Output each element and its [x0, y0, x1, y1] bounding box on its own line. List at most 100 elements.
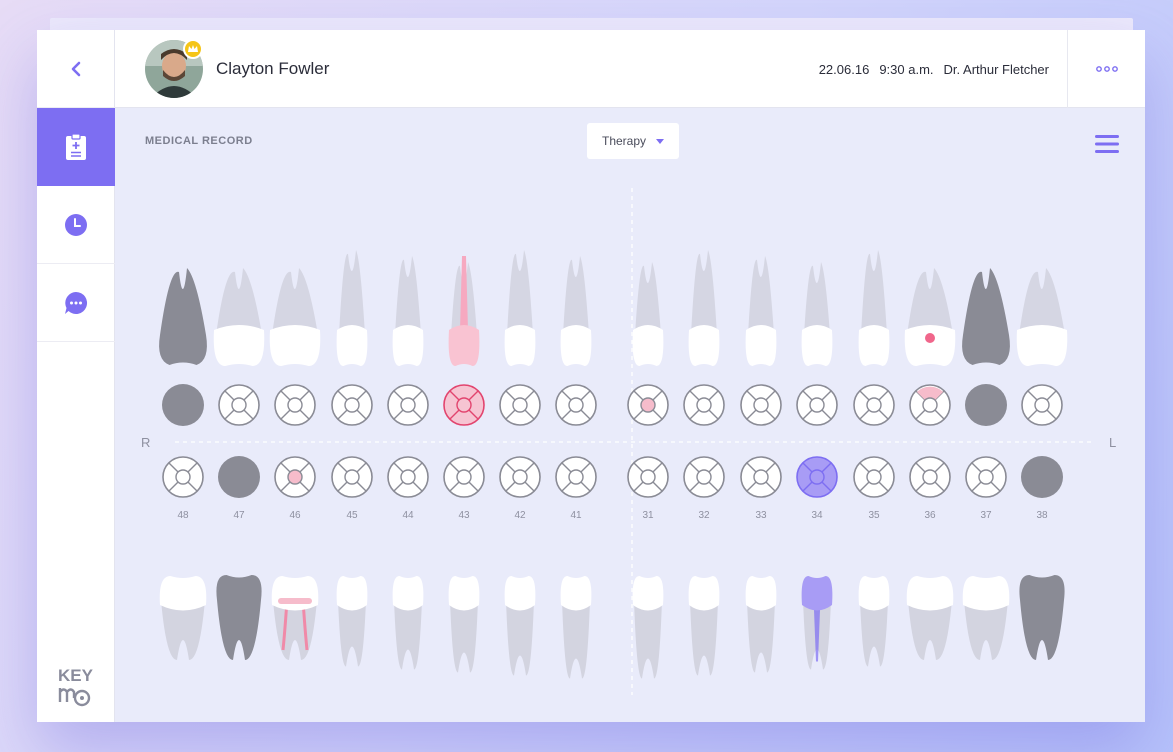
upper-tooth-marker[interactable] — [909, 384, 951, 426]
upper-tooth-marker[interactable] — [387, 384, 429, 426]
lower-tooth-image[interactable] — [392, 576, 424, 670]
lower-tooth-image[interactable] — [906, 576, 954, 660]
lower-tooth-marker[interactable] — [274, 456, 316, 498]
caret-down-icon — [656, 138, 665, 144]
upper-tooth-marker[interactable] — [218, 384, 260, 426]
upper-tooth-image[interactable] — [560, 256, 592, 366]
upper-tooth-marker[interactable] — [162, 384, 204, 426]
tooth-number-label: 33 — [755, 510, 767, 521]
lower-tooth-marker[interactable] — [218, 456, 260, 498]
upper-tooth-image[interactable] — [504, 250, 536, 366]
lower-tooth-image[interactable] — [159, 576, 207, 660]
lower-tooth-image[interactable] — [448, 576, 480, 673]
tooth-crown — [336, 576, 368, 611]
upper-tooth-marker[interactable] — [555, 384, 597, 426]
keymo-logo: KEY — [55, 662, 95, 708]
lower-tooth-marker[interactable] — [555, 456, 597, 498]
tooth-markers: 1817161514131211212223242526272848474645… — [162, 384, 1063, 521]
upper-tooth-image[interactable] — [632, 262, 664, 366]
side-right-label: R — [141, 435, 150, 450]
tooth-crown — [448, 576, 480, 611]
upper-tooth-image[interactable] — [962, 268, 1010, 365]
vip-badge — [183, 39, 203, 59]
lower-tooth-image[interactable] — [1019, 575, 1065, 660]
lower-tooth-marker[interactable] — [331, 456, 373, 498]
tooth-root — [1020, 600, 1064, 660]
upper-tooth-image[interactable] — [801, 262, 833, 366]
lower-tooth-image[interactable] — [632, 576, 664, 679]
upper-tooth-marker[interactable] — [683, 384, 725, 426]
upper-tooth-marker[interactable] — [796, 384, 838, 426]
tooth-root — [395, 256, 421, 335]
lower-tooth-marker[interactable] — [796, 456, 838, 498]
tooth-surface-center — [640, 469, 656, 485]
tooth-root — [690, 600, 718, 676]
upper-tooth-image[interactable] — [269, 268, 321, 366]
sidebar-item-history[interactable] — [37, 186, 115, 264]
lower-tooth-marker[interactable] — [853, 456, 895, 498]
lower-tooth-marker[interactable] — [740, 456, 782, 498]
upper-tooth-image[interactable] — [1016, 268, 1068, 366]
lower-tooth-marker[interactable] — [387, 456, 429, 498]
crown-icon — [188, 45, 198, 52]
tooth-surface-center — [809, 469, 825, 485]
lower-tooth-image[interactable] — [336, 576, 368, 667]
lower-tooth-image[interactable] — [216, 575, 262, 660]
lower-tooth-marker[interactable] — [683, 456, 725, 498]
upper-tooth-marker[interactable] — [499, 384, 541, 426]
tooth-number-label: 35 — [868, 510, 880, 521]
lower-tooth-image[interactable] — [271, 576, 319, 660]
section-title: MEDICAL RECORD — [145, 135, 253, 147]
tooth-crown — [632, 325, 664, 366]
missing-tooth-marker — [218, 456, 260, 498]
tooth-crown — [269, 325, 321, 366]
upper-tooth-marker[interactable] — [274, 384, 316, 426]
tooth-surface-center — [809, 397, 825, 413]
upper-tooth-image[interactable] — [336, 250, 368, 366]
upper-tooth-image[interactable] — [688, 250, 720, 366]
hamburger-menu-icon[interactable] — [1095, 134, 1119, 154]
lower-tooth-image[interactable] — [504, 576, 536, 676]
upper-tooth-marker[interactable] — [965, 384, 1007, 426]
lower-tooth-image[interactable] — [858, 576, 890, 667]
upper-tooth-image[interactable] — [213, 268, 265, 366]
lower-tooth-marker[interactable] — [443, 456, 485, 498]
upper-tooth-image[interactable] — [159, 268, 207, 365]
lower-tooth-marker[interactable] — [499, 456, 541, 498]
upper-tooth-image[interactable] — [392, 256, 424, 366]
appointment-info: 22.06.16 9:30 a.m. Dr. Arthur Fletcher — [819, 62, 1049, 77]
upper-tooth-marker[interactable] — [740, 384, 782, 426]
tooth-root — [861, 250, 887, 335]
lower-tooth-marker[interactable] — [965, 456, 1007, 498]
lower-tooth-marker[interactable] — [627, 456, 669, 498]
more-options-button[interactable] — [1067, 30, 1145, 108]
lower-tooth-image[interactable] — [801, 576, 833, 670]
tooth-crown — [858, 325, 890, 366]
dropdown-value: Therapy — [601, 134, 647, 148]
lower-tooth-image[interactable] — [688, 576, 720, 676]
tooth-root — [160, 268, 206, 335]
sidebar-item-messages[interactable] — [37, 264, 115, 342]
lower-tooth-image[interactable] — [962, 576, 1010, 660]
tooth-root — [748, 256, 774, 335]
lower-tooth-image[interactable] — [560, 576, 592, 679]
missing-tooth-marker — [965, 384, 1007, 426]
tooth-crown — [159, 576, 207, 611]
therapy-dropdown[interactable]: Therapy — [587, 123, 679, 159]
lower-tooth-image[interactable] — [745, 576, 777, 673]
sidebar-item-medical-record[interactable] — [37, 108, 115, 186]
upper-tooth-marker[interactable] — [331, 384, 373, 426]
upper-tooth-marker[interactable] — [853, 384, 895, 426]
lower-tooth-marker[interactable] — [1021, 456, 1063, 498]
upper-tooth-image[interactable] — [904, 268, 956, 366]
upper-tooth-image[interactable] — [745, 256, 777, 366]
back-button[interactable] — [37, 30, 115, 108]
upper-tooth-image[interactable] — [448, 256, 480, 366]
upper-tooth-image[interactable] — [858, 250, 890, 366]
tooth-number-label: 43 — [458, 510, 470, 521]
upper-tooth-marker[interactable] — [443, 384, 485, 426]
upper-tooth-marker[interactable] — [627, 384, 669, 426]
lower-tooth-marker[interactable] — [909, 456, 951, 498]
lower-tooth-marker[interactable] — [162, 456, 204, 498]
upper-tooth-marker[interactable] — [1021, 384, 1063, 426]
